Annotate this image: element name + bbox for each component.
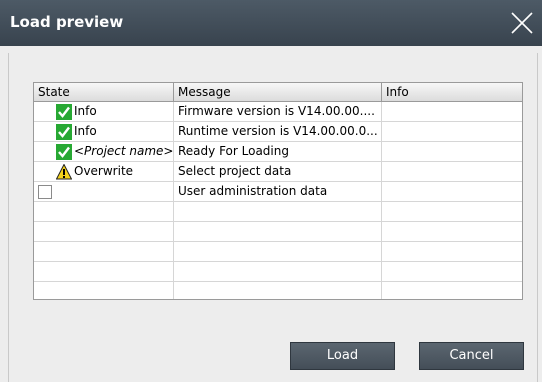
message-cell: Runtime version is V14.00.00.0... — [174, 122, 382, 141]
message-cell — [174, 222, 382, 241]
message-cell: Select project data — [174, 162, 382, 181]
select-checkbox[interactable] — [38, 184, 52, 199]
state-cell: <Project name> — [34, 142, 174, 161]
state-cell — [34, 282, 174, 299]
table-row[interactable]: Info Runtime version is V14.00.00.0... — [34, 122, 522, 142]
load-button[interactable]: Load — [290, 342, 395, 370]
close-icon — [511, 12, 533, 34]
table-row[interactable] — [34, 262, 522, 282]
state-cell — [34, 182, 174, 201]
info-cell — [382, 202, 522, 221]
close-button[interactable] — [502, 0, 542, 46]
state-cell: Overwrite — [34, 162, 174, 181]
info-cell — [382, 142, 522, 161]
message-cell — [174, 282, 382, 299]
state-cell — [34, 222, 174, 241]
info-cell — [382, 182, 522, 201]
info-cell — [382, 122, 522, 141]
state-label: Overwrite — [74, 164, 134, 178]
state-label: <Project name> — [74, 144, 174, 158]
table-row[interactable]: User administration data — [34, 182, 522, 202]
message-cell: Firmware version is V14.00.00.... — [174, 102, 382, 121]
info-cell — [382, 222, 522, 241]
message-cell — [174, 242, 382, 261]
load-preview-dialog: Load preview State Message Info Info Firm… — [0, 0, 542, 382]
info-cell — [382, 162, 522, 181]
state-cell: Info — [34, 102, 174, 121]
column-header-message[interactable]: Message — [174, 83, 382, 101]
dialog-title: Load preview — [10, 13, 124, 31]
message-cell: Ready For Loading — [174, 142, 382, 161]
table-row[interactable] — [34, 222, 522, 242]
info-cell — [382, 262, 522, 281]
state-cell — [34, 242, 174, 261]
info-cell — [382, 102, 522, 121]
info-cell — [382, 282, 522, 299]
load-preview-table: State Message Info Info Firmware version … — [33, 82, 523, 300]
table-row[interactable]: <Project name> Ready For Loading — [34, 142, 522, 162]
table-row[interactable]: Info Firmware version is V14.00.00.... — [34, 102, 522, 122]
table-row[interactable]: Overwrite Select project data — [34, 162, 522, 182]
info-cell — [382, 242, 522, 261]
table-row[interactable] — [34, 282, 522, 299]
warning-icon — [56, 163, 72, 179]
table-header: State Message Info — [34, 83, 522, 102]
checkmark-icon — [56, 103, 72, 120]
state-cell — [34, 262, 174, 281]
column-header-info[interactable]: Info — [382, 83, 522, 101]
message-cell — [174, 262, 382, 281]
state-label: Info — [74, 104, 97, 118]
title-bar: Load preview — [0, 0, 542, 46]
cancel-button[interactable]: Cancel — [419, 342, 524, 370]
checkmark-icon — [56, 143, 72, 160]
message-cell: User administration data — [174, 182, 382, 201]
message-cell — [174, 202, 382, 221]
state-cell: Info — [34, 122, 174, 141]
checkmark-icon — [56, 123, 72, 140]
state-label: Info — [74, 124, 97, 138]
column-header-state[interactable]: State — [34, 83, 174, 101]
table-row[interactable] — [34, 202, 522, 222]
table-row[interactable] — [34, 242, 522, 262]
state-cell — [34, 202, 174, 221]
